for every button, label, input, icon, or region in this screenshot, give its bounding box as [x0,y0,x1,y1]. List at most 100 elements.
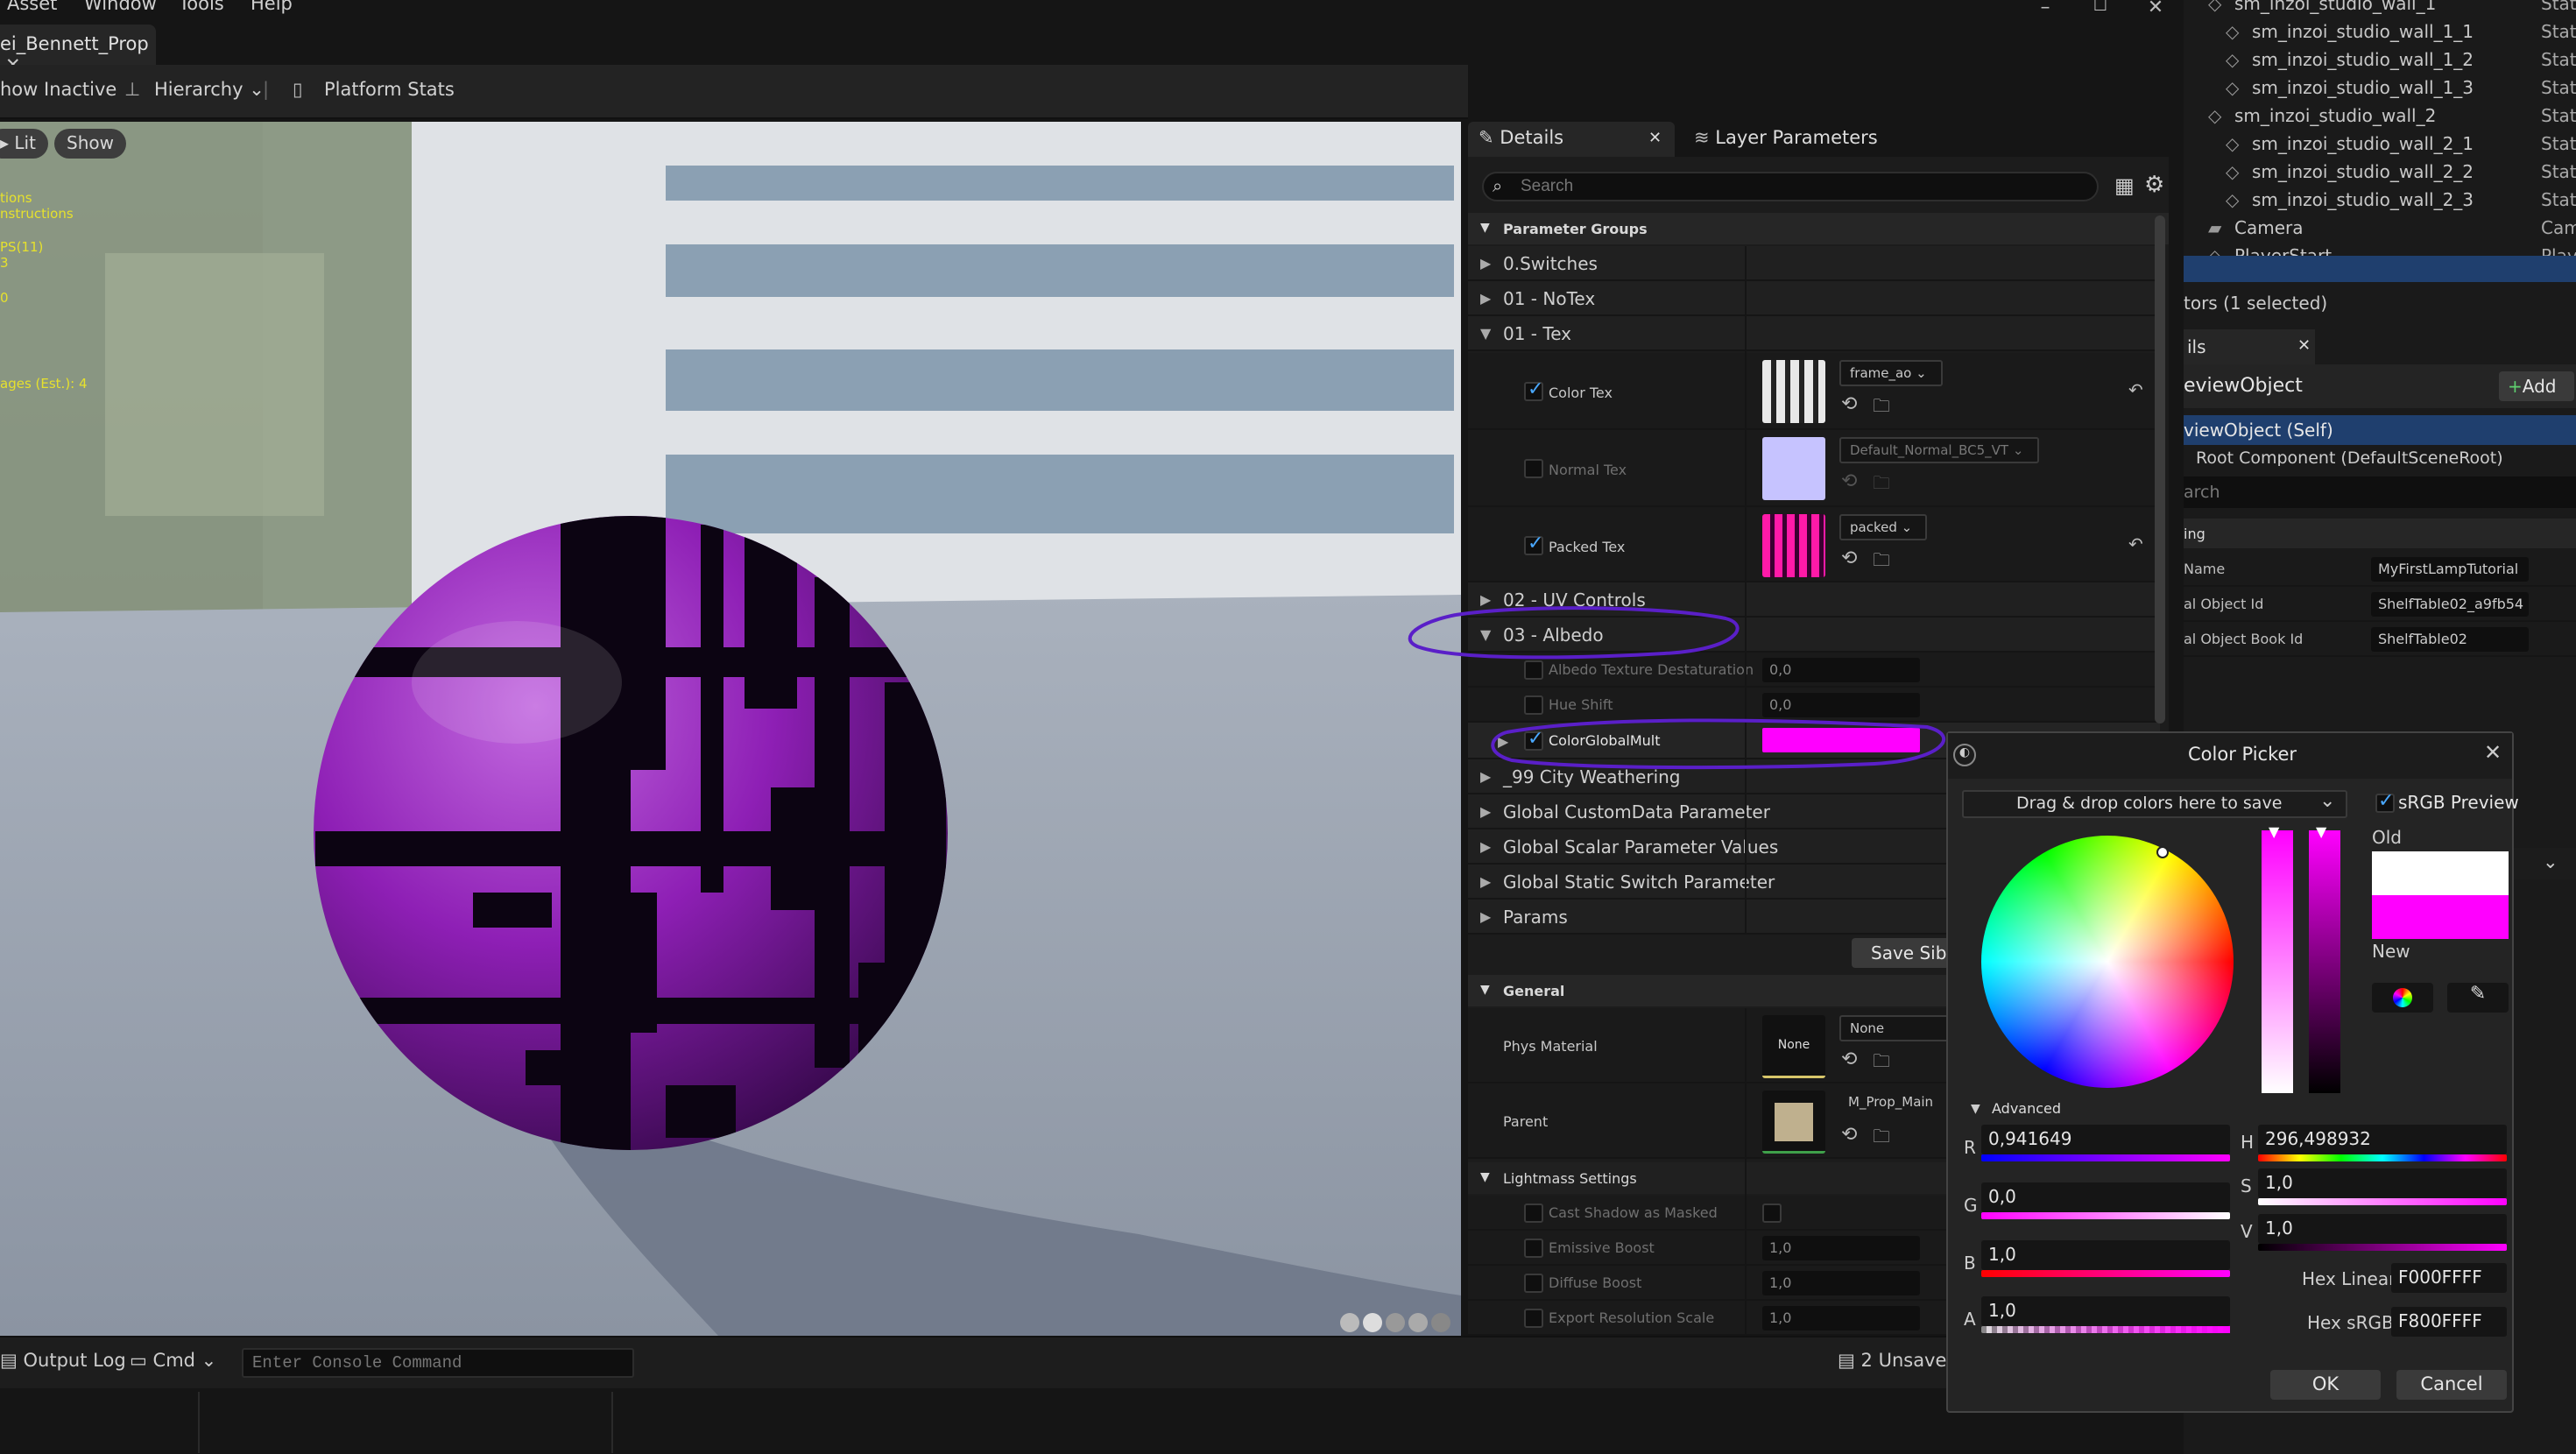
use-selected-icon[interactable]: ⟲ [1841,393,1857,415]
cube-icon[interactable] [1408,1313,1428,1332]
menu-window[interactable]: Window [84,0,157,14]
console-command-input[interactable] [242,1348,634,1378]
parameter-groups-header[interactable]: ▼ Parameter Groups [1468,213,2169,244]
packed-tex-checkbox[interactable]: ✓ [1524,533,1543,555]
use-selected-icon[interactable]: ⟲ [1841,470,1857,492]
tab-layer-parameters[interactable]: ≋ Layer Parameters [1683,122,1888,157]
g-gradient-bar[interactable] [1981,1212,2230,1219]
cmd-dropdown[interactable]: ▭ Cmd ⌄ [130,1350,216,1371]
close-tab-icon[interactable]: ✕ [1648,129,1662,147]
group-notex[interactable]: ▶ 01 - NoTex [1468,281,2160,316]
v-value-field[interactable]: 1,0 [2258,1214,2507,1244]
menu-asset[interactable]: Asset [7,0,57,14]
cylinder-icon[interactable] [1340,1313,1359,1332]
chevron-down-icon[interactable]: ⌄ [2319,790,2335,812]
color-wheel-mode-button[interactable] [2372,983,2433,1013]
lit-mode-button[interactable]: ▸ Lit [0,129,48,159]
use-selected-icon[interactable]: ⟲ [1841,1048,1857,1070]
normal-tex-thumbnail[interactable] [1762,437,1825,500]
a-gradient-bar[interactable] [1981,1326,2230,1333]
outliner-row[interactable]: ◇ sm_inzoi_studio_wall_2_2 Stat [2184,161,2576,187]
r-value-field[interactable]: 0,941649 [1981,1125,2230,1154]
cancel-button[interactable]: Cancel [2396,1370,2507,1400]
menu-help[interactable]: Help [251,0,293,14]
hex-linear-field[interactable]: F000FFFF [2391,1263,2507,1293]
save-sibling-button[interactable]: Save Sibli [1852,938,1957,968]
add-component-button[interactable]: +Add [2499,371,2574,401]
name-field[interactable]: MyFirstLampTutorial [2371,557,2529,582]
color-picker-titlebar[interactable]: ◐ Color Picker ✕ [1948,733,2512,779]
maximize-icon[interactable]: ☐ [2087,0,2114,18]
diffuse-boost-field[interactable]: 1,0 [1762,1271,1920,1295]
emissive-boost-field[interactable]: 1,0 [1762,1236,1920,1260]
parent-picker[interactable]: M_Prop_Main [1839,1090,1953,1117]
browse-folder-icon[interactable]: 🗀 [1873,1124,1890,1154]
group-tex[interactable]: ▼ 01 - Tex [1468,316,2160,351]
cast-shadow-value-checkbox[interactable] [1762,1203,1782,1223]
color-wheel[interactable] [1981,836,2234,1088]
details-search-input[interactable] [1521,175,2081,198]
outliner-row[interactable]: ◇ sm_inzoi_studio_wall_1_2 Stat [2184,49,2576,75]
v-gradient-bar[interactable] [2258,1244,2507,1251]
custom-mesh-icon[interactable] [1431,1313,1450,1332]
g-value-field[interactable]: 0,0 [1981,1182,2230,1212]
actor-details-search[interactable]: arch [2184,476,2576,508]
group-switches[interactable]: ▶ 0.Switches [1468,246,2160,281]
browse-folder-icon[interactable]: 🗀 [1873,470,1890,500]
reset-to-default-icon[interactable]: ↶ [2128,379,2143,400]
tab-details[interactable]: ✎ Details ✕ [1468,122,1675,157]
outliner-row[interactable]: ◇ sm_inzoi_studio_wall_2 Stat [2184,105,2576,131]
outliner-row[interactable]: ◇ sm_inzoi_studio_wall_1_1 Stat [2184,21,2576,47]
use-selected-icon[interactable]: ⟲ [1841,1124,1857,1146]
minimize-icon[interactable]: – [2032,0,2058,18]
outliner-row[interactable]: ▰ Camera Cam [2184,217,2576,244]
color-wheel-selector[interactable] [2156,846,2169,858]
diffuse-boost-checkbox[interactable] [1524,1274,1543,1293]
packed-tex-asset-picker[interactable]: packed ⌄ [1839,514,1927,540]
export-resolution-field[interactable]: 1,0 [1762,1306,1920,1330]
s-value-field[interactable]: 1,0 [2258,1168,2507,1198]
browse-folder-icon[interactable]: 🗀 [1873,393,1890,423]
color-tex-asset-picker[interactable]: frame_ao ⌄ [1839,360,1943,386]
color-tex-thumbnail[interactable] [1762,360,1825,423]
normal-tex-checkbox[interactable] [1524,459,1543,478]
color-themes-bar[interactable]: Drag & drop colors here to save [1962,790,2347,818]
export-resolution-checkbox[interactable] [1524,1309,1543,1328]
show-flags-button[interactable]: Show [54,129,126,159]
hierarchy-dropdown[interactable]: Hierarchy ⌄ [154,79,265,100]
use-selected-icon[interactable]: ⟲ [1841,547,1857,569]
column-splitter[interactable] [1745,246,1747,935]
browse-folder-icon[interactable]: 🗀 [1873,1048,1890,1078]
normal-tex-asset-picker[interactable]: Default_Normal_BC5_VT ⌄ [1839,437,2039,463]
browse-folder-icon[interactable]: 🗀 [1873,547,1890,577]
show-inactive-button[interactable]: how Inactive [0,79,116,100]
close-window-icon[interactable]: ✕ [2142,0,2169,18]
output-log-button[interactable]: ▤ Output Log [0,1350,126,1371]
b-gradient-bar[interactable] [1981,1270,2230,1277]
emissive-boost-checkbox[interactable] [1524,1239,1543,1258]
phys-material-thumbnail[interactable]: None [1762,1015,1825,1078]
unsaved-assets-button[interactable]: ▤ 2 Unsaved [1838,1350,1958,1371]
close-icon[interactable]: ✕ [2484,740,2502,765]
r-gradient-bar[interactable] [1981,1154,2230,1161]
saturation-slider[interactable]: ▼ [2262,823,2293,1093]
chevron-down-icon[interactable]: ⌄ [2543,851,2558,872]
sphere-icon[interactable] [1363,1313,1382,1332]
actor-section-header[interactable]: ing [2184,519,2576,548]
material-preview-viewport[interactable]: ▸ Lit Show tions nstructions PS(11) 3 0 … [0,122,1461,1336]
eyedropper-button[interactable]: ✎ [2447,983,2509,1013]
phys-material-picker[interactable]: None [1839,1015,1953,1041]
packed-tex-thumbnail[interactable] [1762,514,1825,577]
asset-editor-tab[interactable]: ei_Bennett_Prop ✕ [0,25,156,75]
details-scrollbar[interactable] [2155,215,2165,723]
settings-gear-icon[interactable]: ⚙ [2144,172,2164,198]
ok-button[interactable]: OK [2270,1370,2381,1400]
close-tab-icon[interactable]: ✕ [2297,336,2311,355]
object-id-field[interactable]: ShelfTable02_a9fb54 [2371,592,2529,617]
h-value-field[interactable]: 296,498932 [2258,1125,2507,1154]
s-gradient-bar[interactable] [2258,1198,2507,1205]
reset-to-default-icon[interactable]: ↶ [2128,533,2143,554]
cast-shadow-override-checkbox[interactable] [1524,1203,1543,1223]
outliner-row[interactable]: ◇ sm_inzoi_studio_wall_1 Stat [2184,0,2576,19]
hex-srgb-field[interactable]: F800FFFF [2391,1307,2507,1337]
